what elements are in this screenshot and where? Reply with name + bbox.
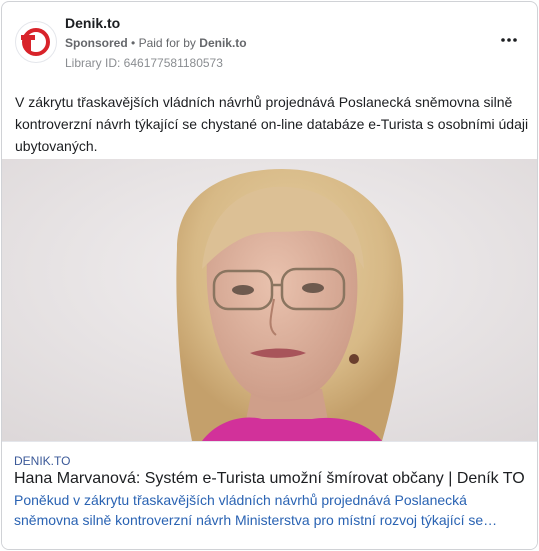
- denik-to-logo-icon: [21, 28, 50, 56]
- link-title[interactable]: Hana Marvanová: Systém e-Turista umožní …: [14, 470, 525, 488]
- post-body-text: V zákrytu třaskavějších vládních návrhů …: [15, 94, 529, 154]
- ad-card: Denik.to Sponsored • Paid for by Denik.t…: [1, 1, 538, 550]
- sponsored-line: Sponsored • Paid for by Denik.to: [65, 36, 247, 50]
- page-avatar[interactable]: [15, 21, 57, 63]
- link-preview[interactable]: DENIK.TO Hana Marvanová: Systém e-Turist…: [2, 441, 537, 549]
- payer-name[interactable]: Denik.to: [199, 36, 246, 50]
- sponsored-label: Sponsored: [65, 36, 128, 50]
- more-options-button[interactable]: [497, 30, 521, 50]
- portrait-photo: [2, 159, 537, 441]
- link-domain[interactable]: DENIK.TO: [14, 454, 70, 468]
- meta-separator: •: [131, 36, 136, 50]
- paid-for-prefix: Paid for by: [138, 36, 196, 50]
- link-description[interactable]: Poněkud v zákrytu třaskavějších vládních…: [14, 490, 514, 530]
- post-header: Denik.to Sponsored • Paid for by Denik.t…: [2, 2, 537, 82]
- ad-photo[interactable]: [2, 159, 537, 441]
- more-horizontal-icon: [501, 38, 517, 42]
- page-name[interactable]: Denik.to: [65, 15, 120, 31]
- library-id: Library ID: 646177581180573: [65, 56, 223, 70]
